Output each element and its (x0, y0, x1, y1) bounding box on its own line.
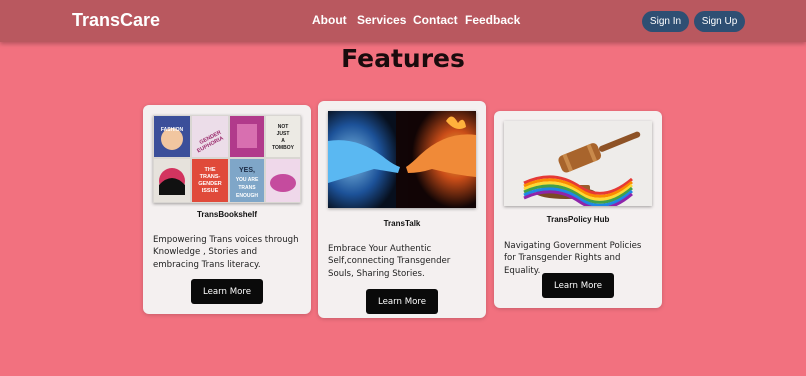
nav-link-services[interactable]: Services (357, 13, 406, 27)
sign-in-button[interactable]: Sign In (642, 11, 689, 32)
navbar: TransCare About Services Contact Feedbac… (0, 0, 806, 42)
svg-text:THE: THE (205, 167, 216, 173)
feature-card-transpolicy-hub: TransPolicy Hub Navigating Government Po… (494, 111, 662, 308)
nav-link-contact[interactable]: Contact (413, 13, 458, 27)
feature-card-transtalk: TransTalk Embrace Your Authentic Self,co… (318, 101, 486, 318)
fire-ice-hands-image (328, 111, 476, 208)
learn-more-button[interactable]: Learn More (366, 289, 438, 314)
sign-up-button[interactable]: Sign Up (694, 11, 745, 32)
nav-link-feedback[interactable]: Feedback (465, 13, 520, 27)
nav-link-about[interactable]: About (312, 13, 347, 27)
feature-card-transbookshelf: FASHION GENDER EUPHORIA NOT JUST A TOMBO… (143, 105, 311, 314)
svg-text:ENOUGH: ENOUGH (236, 193, 258, 199)
learn-more-button[interactable]: Learn More (191, 279, 263, 304)
card-description: Embrace Your Authentic Self,connecting T… (328, 244, 451, 279)
books-collage-image: FASHION GENDER EUPHORIA NOT JUST A TOMBO… (153, 115, 301, 203)
svg-text:YOU ARE: YOU ARE (236, 177, 259, 183)
svg-text:TRANS-: TRANS- (200, 174, 221, 180)
svg-text:JUST: JUST (277, 131, 290, 137)
card-description: Empowering Trans voices through Knowledg… (153, 235, 299, 270)
card-title: TransPolicy Hub (546, 215, 610, 224)
svg-text:NOT: NOT (278, 124, 289, 130)
learn-more-button[interactable]: Learn More (542, 273, 614, 298)
svg-text:ISSUE: ISSUE (202, 188, 219, 194)
card-description: Navigating Government Policies for Trans… (504, 241, 642, 276)
svg-text:YES,: YES, (239, 167, 255, 174)
svg-text:TOMBOY: TOMBOY (272, 145, 295, 151)
card-title: TransBookshelf (196, 210, 257, 219)
book-text-fashion: FASHION (161, 127, 184, 133)
page-title: Features (341, 44, 465, 73)
svg-text:A: A (281, 138, 285, 144)
card-title: TransTalk (383, 219, 421, 228)
gavel-rainbow-image (504, 121, 652, 206)
svg-text:GENDER: GENDER (198, 181, 222, 187)
svg-text:TRANS: TRANS (238, 185, 256, 191)
